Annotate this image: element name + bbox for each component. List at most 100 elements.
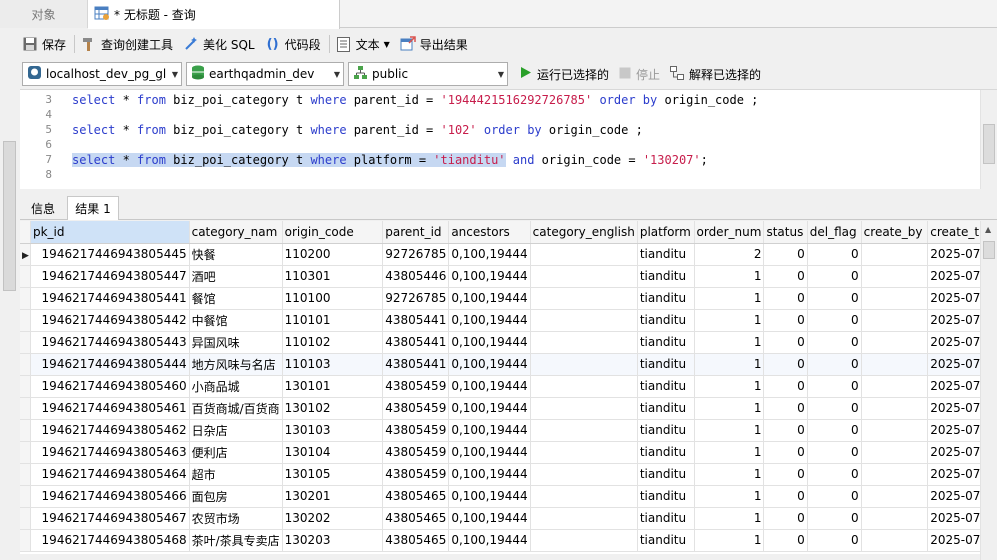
scroll-thumb[interactable]	[3, 141, 16, 291]
cell-ancestors[interactable]: 0,100,19444	[448, 331, 531, 354]
cell-origin-code[interactable]: 110101	[282, 309, 384, 332]
cell-origin-code[interactable]: 110200	[282, 243, 384, 266]
cell-pk-id[interactable]: 1946217446943805445	[30, 243, 190, 266]
cell-create-by[interactable]	[861, 375, 929, 398]
row-indicator[interactable]	[20, 265, 31, 288]
cell-del-flag[interactable]: 0	[807, 441, 862, 464]
column-header-order-num[interactable]: order_num	[694, 221, 765, 244]
save-button[interactable]: 保存	[22, 36, 66, 53]
row-indicator[interactable]	[20, 463, 31, 486]
cell-category-english[interactable]	[530, 331, 638, 354]
cell-status[interactable]: 0	[763, 441, 808, 464]
cell-ancestors[interactable]: 0,100,19444	[448, 419, 531, 442]
cell-platform[interactable]: tianditu	[637, 463, 695, 486]
cell-order-num[interactable]: 1	[694, 309, 765, 332]
cell-platform[interactable]: tianditu	[637, 243, 695, 266]
table-row[interactable]: 1946217446943805463 便利店 130104 43805459 0,10…	[20, 441, 997, 464]
cell-del-flag[interactable]: 0	[807, 309, 862, 332]
cell-ancestors[interactable]: 0,100,19444	[448, 397, 531, 420]
cell-category-english[interactable]	[530, 507, 638, 530]
cell-category-nam[interactable]: 日杂店	[189, 419, 283, 442]
cell-pk-id[interactable]: 1946217446943805443	[30, 331, 190, 354]
cell-category-english[interactable]	[530, 287, 638, 310]
cell-del-flag[interactable]: 0	[807, 331, 862, 354]
cell-parent-id[interactable]: 43805441	[382, 353, 450, 376]
cell-origin-code[interactable]: 110103	[282, 353, 384, 376]
cell-parent-id[interactable]: 92726785	[382, 287, 450, 310]
table-row[interactable]: 1946217446943805442 中餐馆 110101 43805441 0,10…	[20, 309, 997, 332]
cell-order-num[interactable]: 1	[694, 397, 765, 420]
table-row[interactable]: 1946217446943805467 农贸市场 130202 43805465 0,1…	[20, 507, 997, 530]
editor-scrollbar[interactable]	[980, 90, 997, 189]
cell-del-flag[interactable]: 0	[807, 397, 862, 420]
cell-status[interactable]: 0	[763, 485, 808, 508]
cell-parent-id[interactable]: 43805441	[382, 331, 450, 354]
cell-parent-id[interactable]: 43805459	[382, 419, 450, 442]
column-header-create-by[interactable]: create_by	[861, 221, 929, 244]
cell-order-num[interactable]: 1	[694, 265, 765, 288]
cell-parent-id[interactable]: 43805441	[382, 309, 450, 332]
cell-pk-id[interactable]: 1946217446943805467	[30, 507, 190, 530]
cell-category-nam[interactable]: 便利店	[189, 441, 283, 464]
table-row[interactable]: 1946217446943805461 百货商城/百货商 130102 4380545…	[20, 397, 997, 420]
cell-origin-code[interactable]: 130102	[282, 397, 384, 420]
column-header-pk-id[interactable]: pk_id	[30, 221, 190, 244]
cell-category-nam[interactable]: 小商品城	[189, 375, 283, 398]
cell-status[interactable]: 0	[763, 419, 808, 442]
row-indicator[interactable]	[20, 309, 31, 332]
cell-category-english[interactable]	[530, 243, 638, 266]
table-row[interactable]: 1946217446943805464 超市 130105 43805459 0,100…	[20, 463, 997, 486]
column-header-del-flag[interactable]: del_flag	[807, 221, 862, 244]
cell-pk-id[interactable]: 1946217446943805466	[30, 485, 190, 508]
tab-info[interactable]: 信息	[20, 196, 66, 220]
cell-category-english[interactable]	[530, 265, 638, 288]
cell-category-nam[interactable]: 超市	[189, 463, 283, 486]
cell-create-by[interactable]	[861, 243, 929, 266]
text-dropdown-button[interactable]: 文本 ▼	[336, 36, 390, 53]
cell-order-num[interactable]: 1	[694, 485, 765, 508]
cell-category-english[interactable]	[530, 419, 638, 442]
run-selected-button[interactable]: 运行已选择的	[520, 66, 609, 83]
cell-pk-id[interactable]: 1946217446943805463	[30, 441, 190, 464]
code-line[interactable]: select * from biz_poi_category t where p…	[72, 153, 708, 167]
cell-platform[interactable]: tianditu	[637, 265, 695, 288]
cell-status[interactable]: 0	[763, 287, 808, 310]
cell-origin-code[interactable]: 130104	[282, 441, 384, 464]
explain-selected-button[interactable]: 解释已选择的	[670, 65, 761, 83]
cell-parent-id[interactable]: 43805465	[382, 529, 450, 552]
cell-origin-code[interactable]: 130202	[282, 507, 384, 530]
cell-category-nam[interactable]: 中餐馆	[189, 309, 283, 332]
cell-del-flag[interactable]: 0	[807, 419, 862, 442]
cell-ancestors[interactable]: 0,100,19444	[448, 375, 531, 398]
cell-create-by[interactable]	[861, 309, 929, 332]
cell-status[interactable]: 0	[763, 507, 808, 530]
cell-origin-code[interactable]: 110301	[282, 265, 384, 288]
cell-del-flag[interactable]: 0	[807, 287, 862, 310]
cell-ancestors[interactable]: 0,100,19444	[448, 529, 531, 552]
tab-query[interactable]: * 无标题 - 查询	[88, 0, 340, 29]
column-header-status[interactable]: status	[763, 221, 808, 244]
cell-category-english[interactable]	[530, 441, 638, 464]
beautify-sql-button[interactable]: 美化 SQL	[183, 36, 255, 53]
cell-platform[interactable]: tianditu	[637, 287, 695, 310]
cell-create-by[interactable]	[861, 287, 929, 310]
column-header-ancestors[interactable]: ancestors	[448, 221, 531, 244]
cell-ancestors[interactable]: 0,100,19444	[448, 309, 531, 332]
cell-order-num[interactable]: 1	[694, 419, 765, 442]
code-line[interactable]: select * from biz_poi_category t where p…	[72, 93, 758, 107]
cell-del-flag[interactable]: 0	[807, 243, 862, 266]
cell-status[interactable]: 0	[763, 265, 808, 288]
cell-pk-id[interactable]: 1946217446943805468	[30, 529, 190, 552]
cell-pk-id[interactable]: 1946217446943805442	[30, 309, 190, 332]
cell-create-by[interactable]	[861, 485, 929, 508]
cell-parent-id[interactable]: 43805459	[382, 441, 450, 464]
cell-create-by[interactable]	[861, 507, 929, 530]
cell-category-nam[interactable]: 餐馆	[189, 287, 283, 310]
cell-origin-code[interactable]: 130103	[282, 419, 384, 442]
cell-order-num[interactable]: 1	[694, 375, 765, 398]
cell-order-num[interactable]: 2	[694, 243, 765, 266]
cell-status[interactable]: 0	[763, 309, 808, 332]
cell-del-flag[interactable]: 0	[807, 265, 862, 288]
cell-platform[interactable]: tianditu	[637, 441, 695, 464]
column-header-parent-id[interactable]: parent_id	[382, 221, 450, 244]
